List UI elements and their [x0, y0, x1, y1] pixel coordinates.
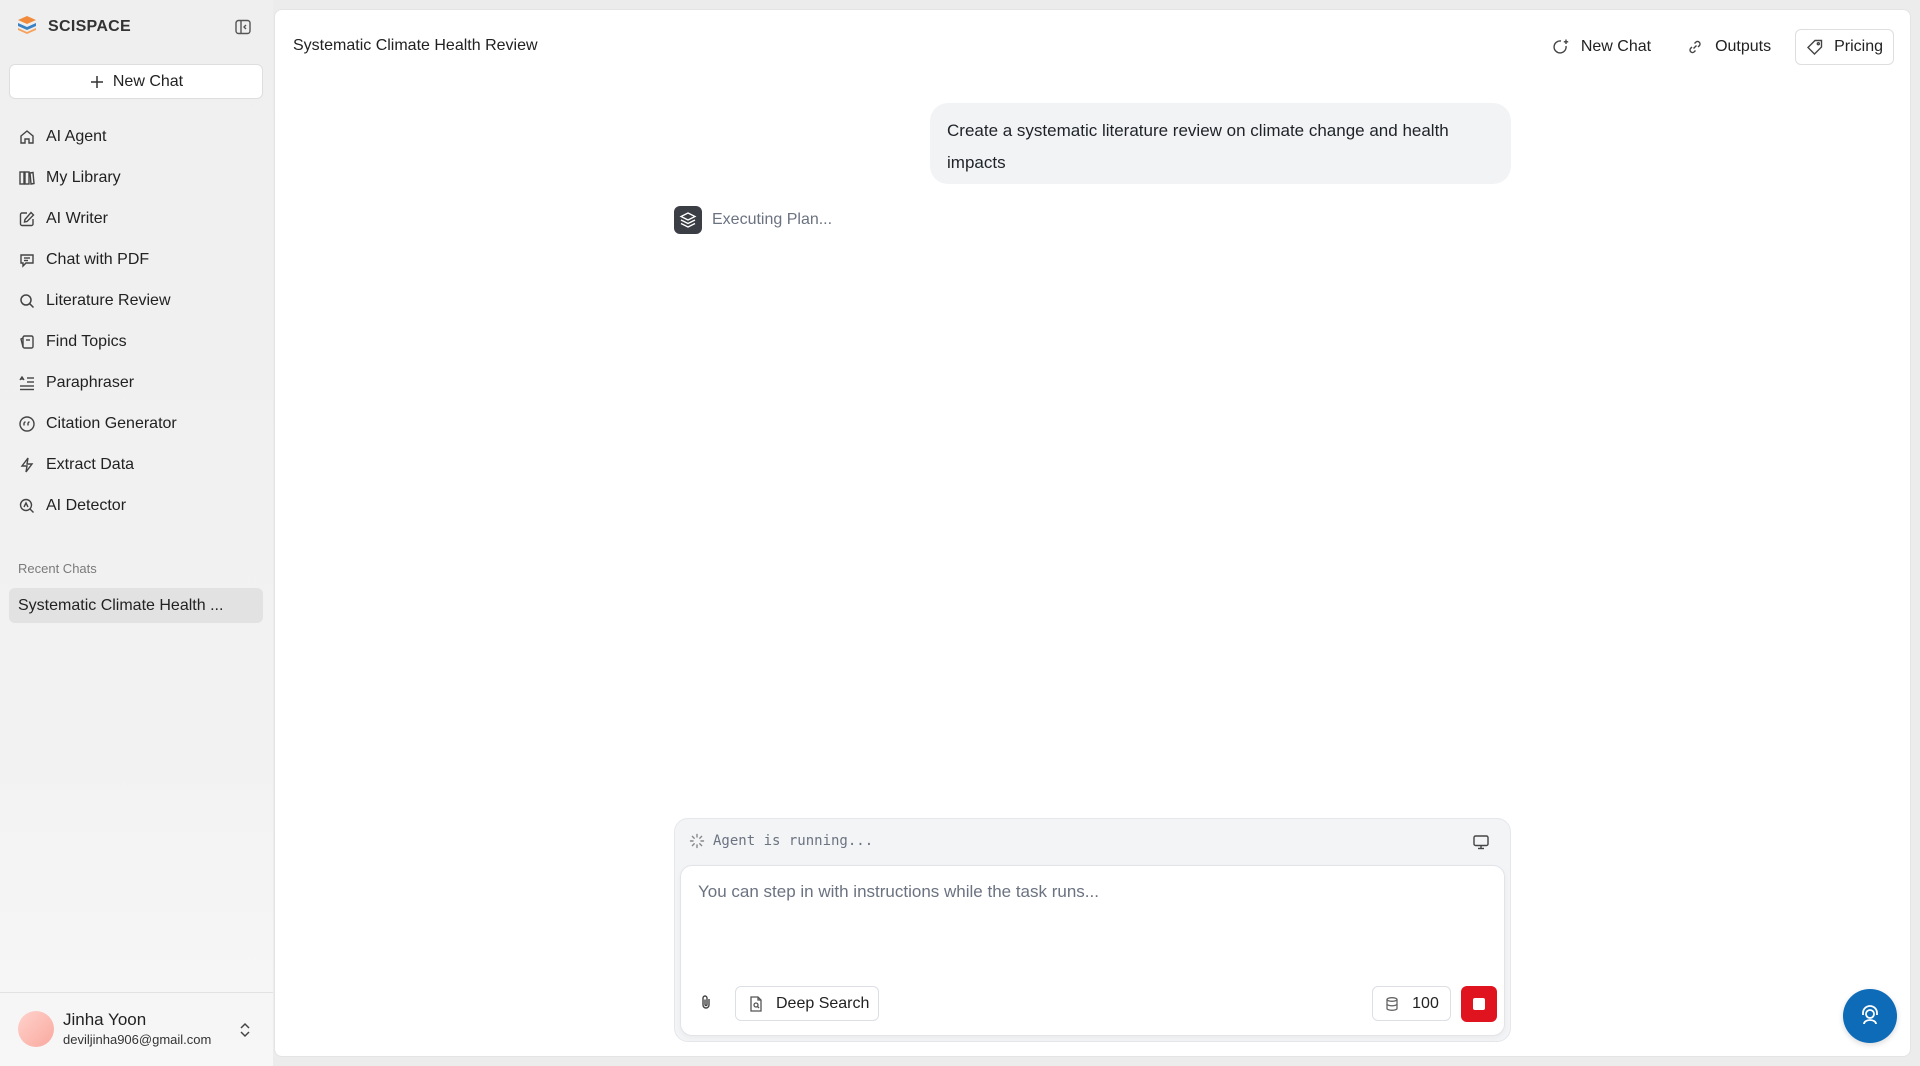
new-chat-label: New Chat: [112, 72, 184, 90]
status-text: Executing Plan...: [712, 211, 833, 228]
help-button[interactable]: [1843, 989, 1897, 1043]
user-email: deviljinha906@gmail.com: [63, 1032, 212, 1047]
sidebar-item-ai-detector[interactable]: AI Detector: [9, 485, 263, 526]
brand[interactable]: SCISPACE: [16, 14, 132, 41]
avatar[interactable]: [18, 1011, 54, 1047]
credits-badge: 100: [1372, 986, 1451, 1021]
prompt-input[interactable]: [698, 882, 1488, 942]
tag-icon: [1807, 39, 1823, 55]
sidebar-item-label: Paraphraser: [46, 373, 135, 391]
sidebar-item-ai-agent[interactable]: AI Agent: [9, 116, 263, 157]
scispace-logo-icon: [16, 14, 38, 41]
top-toolbar: New Chat Outputs Pricing: [1541, 29, 1894, 65]
user-message-bubble: Create a systematic literature review on…: [930, 103, 1511, 184]
outputs-button[interactable]: Outputs: [1675, 29, 1781, 65]
sidebar-toggle-icon: [235, 19, 251, 35]
sidebar-item-label: Chat with PDF: [46, 250, 150, 268]
agent-running-indicator: Agent is running...: [689, 833, 873, 849]
user-profile[interactable]: Jinha Yoon deviljinha906@gmail.com: [0, 992, 273, 1066]
stop-icon: [1473, 998, 1485, 1010]
new-chat-button[interactable]: New Chat: [1541, 29, 1661, 65]
sidebar-item-label: Literature Review: [46, 291, 171, 309]
deep-search-button[interactable]: Deep Search: [735, 986, 880, 1021]
link-icon: [1689, 40, 1701, 54]
page-title: Systematic Climate Health Review: [293, 37, 538, 54]
sidebar-item-chat-with-pdf[interactable]: Chat with PDF: [9, 239, 263, 280]
sidebar-new-chat-button[interactable]: New Chat: [9, 64, 263, 99]
sidebar-item-extract-data[interactable]: Extract Data: [9, 444, 263, 485]
home-icon: [20, 129, 34, 144]
search-icon: [20, 293, 35, 308]
lightning-icon: [20, 457, 34, 472]
sidebar-item-label: AI Writer: [46, 209, 108, 227]
agent-running-text: Agent is running...: [713, 833, 874, 849]
recent-chat-item[interactable]: Systematic Climate Health ...: [9, 588, 263, 623]
recent-chats-heading: Recent Chats: [18, 561, 97, 576]
prompt-box: Deep Search 100: [680, 865, 1505, 1036]
monitor-icon: [1473, 835, 1489, 850]
agent-logo-icon: [674, 206, 702, 234]
brand-name: SCISPACE: [48, 18, 132, 35]
new-chat-label: New Chat: [1580, 38, 1652, 55]
sidebar-item-label: My Library: [46, 168, 121, 186]
sidebar-item-ai-writer[interactable]: AI Writer: [9, 198, 263, 239]
main-panel: Systematic Climate Health Review New Cha…: [274, 9, 1911, 1057]
credits-count: 100: [1412, 994, 1439, 1012]
sidebar-item-paraphraser[interactable]: Paraphraser: [9, 362, 263, 403]
view-screen-button[interactable]: [1470, 831, 1492, 853]
paperclip-icon: [702, 995, 710, 1009]
outputs-label: Outputs: [1715, 38, 1772, 55]
library-icon: [19, 170, 35, 185]
pricing-button[interactable]: Pricing: [1795, 29, 1894, 65]
sidebar-item-label: Extract Data: [46, 455, 135, 473]
edit-icon: [19, 210, 35, 226]
sidebar-item-label: Citation Generator: [46, 414, 177, 432]
composer: Agent is running... Deep Search 100: [674, 818, 1511, 1042]
plus-icon: [90, 75, 103, 88]
paraphrase-icon: [19, 375, 34, 390]
attach-button[interactable]: [695, 991, 717, 1013]
sidebar-item-label: Find Topics: [46, 332, 127, 350]
document-search-icon: [750, 995, 762, 1012]
sidebar-item-label: AI Detector: [46, 496, 127, 514]
sidebar-collapse-button[interactable]: [233, 17, 253, 37]
stop-button[interactable]: [1461, 986, 1497, 1022]
sidebar-item-literature-review[interactable]: Literature Review: [9, 280, 263, 321]
sidebar: SCISPACE New Chat AI Agent My Library AI…: [0, 0, 273, 1066]
detector-icon: [19, 498, 34, 513]
topics-icon: [20, 334, 34, 349]
user-name: Jinha Yoon: [63, 1010, 147, 1029]
database-icon: [1386, 996, 1398, 1011]
user-menu-toggle[interactable]: [237, 1021, 253, 1039]
chevron-up-down-icon: [240, 1022, 250, 1038]
sidebar-item-label: AI Agent: [46, 127, 107, 145]
agent-status-row: Executing Plan...: [674, 206, 832, 234]
new-chat-icon: [1553, 39, 1569, 54]
chat-bubble-icon: [20, 253, 34, 268]
quote-icon: [19, 415, 35, 432]
support-agent-icon: [1862, 1005, 1878, 1025]
sidebar-item-find-topics[interactable]: Find Topics: [9, 321, 263, 362]
sidebar-item-citation-generator[interactable]: Citation Generator: [9, 403, 263, 444]
sidebar-nav: AI Agent My Library AI Writer Chat with …: [9, 116, 263, 526]
sidebar-item-my-library[interactable]: My Library: [9, 157, 263, 198]
deep-search-label: Deep Search: [776, 994, 870, 1012]
spinner-icon: [689, 833, 705, 849]
pricing-label: Pricing: [1834, 38, 1883, 55]
